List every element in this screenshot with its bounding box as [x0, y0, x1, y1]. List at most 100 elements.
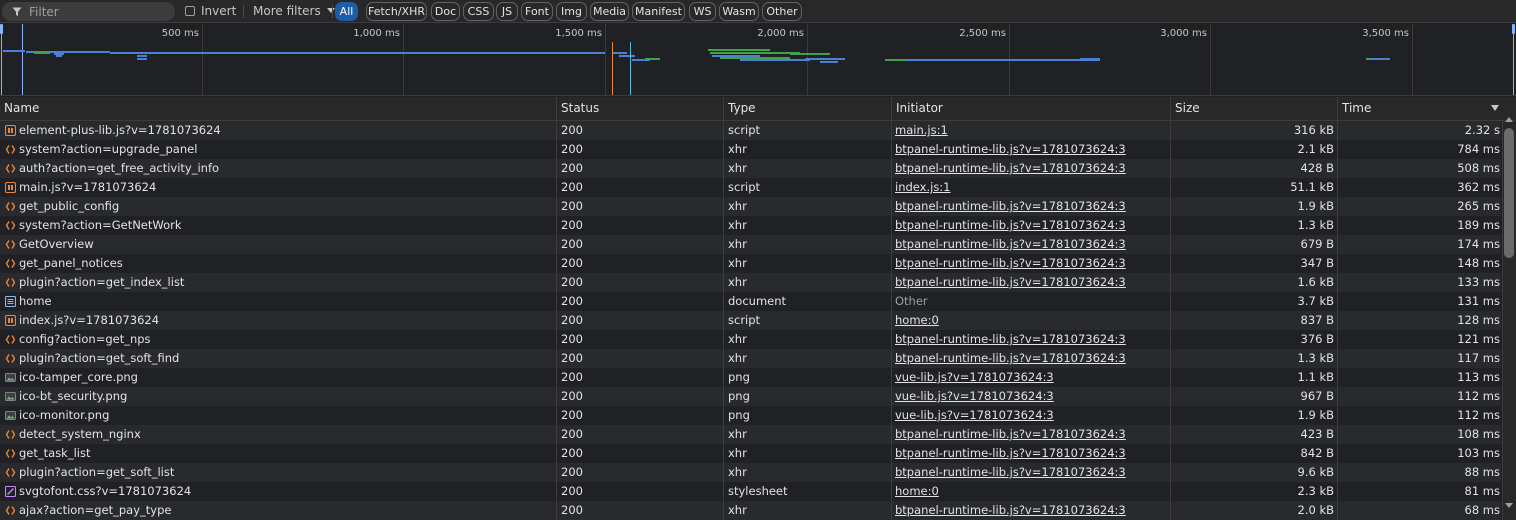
column-header-time[interactable]: Time [1338, 97, 1488, 120]
column-divider[interactable] [556, 97, 557, 520]
column-header-type[interactable]: Type [724, 97, 891, 120]
filter-chip-css[interactable]: CSS [463, 2, 494, 21]
table-row[interactable]: plugin?action=get_soft_list 200 xhr btpanel… [0, 463, 1501, 482]
request-initiator[interactable]: btpanel-runtime-lib.js?v=1781073624:3 [895, 349, 1167, 368]
request-initiator[interactable]: btpanel-runtime-lib.js?v=1781073624:3 [895, 197, 1167, 216]
request-size: 1.9 kB [1297, 408, 1335, 422]
request-initiator[interactable]: vue-lib.js?v=1781073624:3 [895, 387, 1167, 406]
table-row[interactable]: GetOverview 200 xhr btpanel-runtime-lib.js?… [0, 235, 1501, 254]
table-row[interactable]: auth?action=get_free_activity_info 200 xhr… [0, 159, 1501, 178]
column-header-name[interactable]: Name [0, 97, 556, 120]
request-time: 133 ms [1457, 275, 1500, 289]
request-initiator[interactable]: btpanel-runtime-lib.js?v=1781073624:3 [895, 444, 1167, 463]
request-status: 200 [561, 161, 583, 175]
filter-chip-doc[interactable]: Doc [431, 2, 460, 21]
request-name: detect_system_nginx [19, 427, 141, 441]
table-row[interactable]: system?action=GetNetWork 200 xhr btpanel-ru… [0, 216, 1501, 235]
filter-chip-font[interactable]: Font [521, 2, 553, 21]
invert-checkbox[interactable]: Invert [185, 4, 236, 18]
request-initiator[interactable]: home:0 [895, 311, 1167, 330]
table-row[interactable]: system?action=upgrade_panel 200 xhr btpanel… [0, 140, 1501, 159]
request-initiator[interactable]: btpanel-runtime-lib.js?v=1781073624:3 [895, 273, 1167, 292]
column-divider[interactable] [723, 97, 724, 520]
request-initiator[interactable]: btpanel-runtime-lib.js?v=1781073624:3 [895, 159, 1167, 178]
table-row[interactable]: config?action=get_nps 200 xhr btpanel-runti… [0, 330, 1501, 349]
request-name: plugin?action=get_index_list [19, 275, 185, 289]
filter-chip-fetch-xhr[interactable]: Fetch/XHR [366, 2, 427, 21]
request-time: 2.32 s [1464, 123, 1500, 137]
table-row[interactable]: element-plus-lib.js?v=1781073624 200 scrip… [0, 121, 1501, 140]
request-initiator[interactable]: btpanel-runtime-lib.js?v=1781073624:3 [895, 501, 1167, 520]
request-size: 967 B [1300, 389, 1335, 403]
filter-chip-all[interactable]: All [335, 2, 358, 21]
column-divider[interactable] [1337, 97, 1338, 520]
xhr-icon [5, 467, 16, 478]
column-divider[interactable] [1170, 97, 1171, 520]
request-initiator[interactable]: btpanel-runtime-lib.js?v=1781073624:3 [895, 425, 1167, 444]
table-row[interactable]: get_task_list 200 xhr btpanel-runtime-lib.j… [0, 444, 1501, 463]
request-name: plugin?action=get_soft_find [19, 351, 180, 365]
overview-load-event-marker [612, 42, 613, 95]
overview-right-handle[interactable] [1512, 24, 1515, 34]
scroll-down-icon[interactable] [1505, 503, 1513, 509]
filter-chip-other[interactable]: Other [762, 2, 802, 21]
request-type: xhr [728, 256, 747, 270]
network-overview-timeline[interactable]: 500 ms 1,000 ms 1,500 ms 2,000 ms 2,500 ms 3,… [0, 24, 1516, 96]
request-size: 679 B [1300, 237, 1335, 251]
table-row[interactable]: home 200 document Other 3.7 kB 131 ms [0, 292, 1501, 311]
request-initiator[interactable]: vue-lib.js?v=1781073624:3 [895, 368, 1167, 387]
overview-gridline [403, 24, 404, 95]
request-initiator[interactable]: main.js:1 [895, 121, 1167, 140]
column-divider[interactable] [891, 97, 892, 520]
column-header-initiator[interactable]: Initiator [892, 97, 1170, 120]
filter-chip-manifest[interactable]: Manifest [632, 2, 685, 21]
table-row[interactable]: svgtofont.css?v=1781073624 200 stylesheet h… [0, 482, 1501, 501]
filter-box[interactable] [2, 2, 175, 21]
table-row[interactable]: detect_system_nginx 200 xhr btpanel-runtime… [0, 425, 1501, 444]
filter-input[interactable] [29, 4, 169, 19]
request-initiator[interactable]: btpanel-runtime-lib.js?v=1781073624:3 [895, 235, 1167, 254]
table-row[interactable]: ico-tamper_core.png 200 png vue-lib.js?v=17… [0, 368, 1501, 387]
more-filters-dropdown[interactable]: More filters [253, 4, 335, 18]
checkbox-icon[interactable] [185, 6, 195, 16]
table-row[interactable]: plugin?action=get_index_list 200 xhr btpane… [0, 273, 1501, 292]
image-icon [5, 410, 16, 421]
overview-request-bar [612, 52, 627, 54]
request-initiator[interactable]: btpanel-runtime-lib.js?v=1781073624:3 [895, 330, 1167, 349]
table-row[interactable]: index.js?v=1781073624 200 script home:0 837 … [0, 311, 1501, 330]
filter-chip-media[interactable]: Media [590, 2, 629, 21]
request-initiator[interactable]: vue-lib.js?v=1781073624:3 [895, 406, 1167, 425]
table-row[interactable]: ico-monitor.png 200 png vue-lib.js?v=178107… [0, 406, 1501, 425]
filter-chip-wasm[interactable]: Wasm [719, 2, 759, 21]
request-initiator[interactable]: btpanel-runtime-lib.js?v=1781073624:3 [895, 254, 1167, 273]
filter-chip-img[interactable]: Img [556, 2, 587, 21]
request-initiator[interactable]: btpanel-runtime-lib.js?v=1781073624:3 [895, 140, 1167, 159]
request-type: png [728, 370, 750, 384]
xhr-icon [5, 505, 16, 516]
request-type: xhr [728, 503, 747, 517]
table-row[interactable]: get_panel_notices 200 xhr btpanel-runtime-l… [0, 254, 1501, 273]
request-initiator[interactable]: index.js:1 [895, 178, 1167, 197]
request-status: 200 [561, 332, 583, 346]
table-row[interactable]: ajax?action=get_pay_type 200 xhr btpanel-ru… [0, 501, 1501, 520]
column-header-status[interactable]: Status [557, 97, 723, 120]
xhr-icon [5, 220, 16, 231]
request-initiator[interactable]: btpanel-runtime-lib.js?v=1781073624:3 [895, 216, 1167, 235]
table-row[interactable]: get_public_config 200 xhr btpanel-runtime-l… [0, 197, 1501, 216]
request-initiator[interactable]: home:0 [895, 482, 1167, 501]
stylesheet-icon [4, 485, 17, 498]
table-row[interactable]: ico-bt_security.png 200 png vue-lib.js?v=17… [0, 387, 1501, 406]
scroll-up-icon[interactable] [1505, 116, 1513, 122]
table-row[interactable]: plugin?action=get_soft_find 200 xhr btpanel… [0, 349, 1501, 368]
scrollbar-thumb[interactable] [1504, 128, 1514, 258]
request-type: xhr [728, 275, 747, 289]
request-initiator[interactable]: btpanel-runtime-lib.js?v=1781073624:3 [895, 463, 1167, 482]
network-filter-toolbar: Invert More filters All Fetch/XHRDocCSSJS… [0, 0, 1516, 23]
table-row[interactable]: main.js?v=1781073624 200 script index.js:1 5… [0, 178, 1501, 197]
overview-request-bar [740, 59, 810, 61]
filter-chip-ws[interactable]: WS [689, 2, 716, 21]
overview-left-handle[interactable] [0, 24, 3, 34]
sort-descending-icon [1491, 105, 1499, 111]
column-header-size[interactable]: Size [1171, 97, 1337, 120]
filter-chip-js[interactable]: JS [496, 2, 518, 21]
